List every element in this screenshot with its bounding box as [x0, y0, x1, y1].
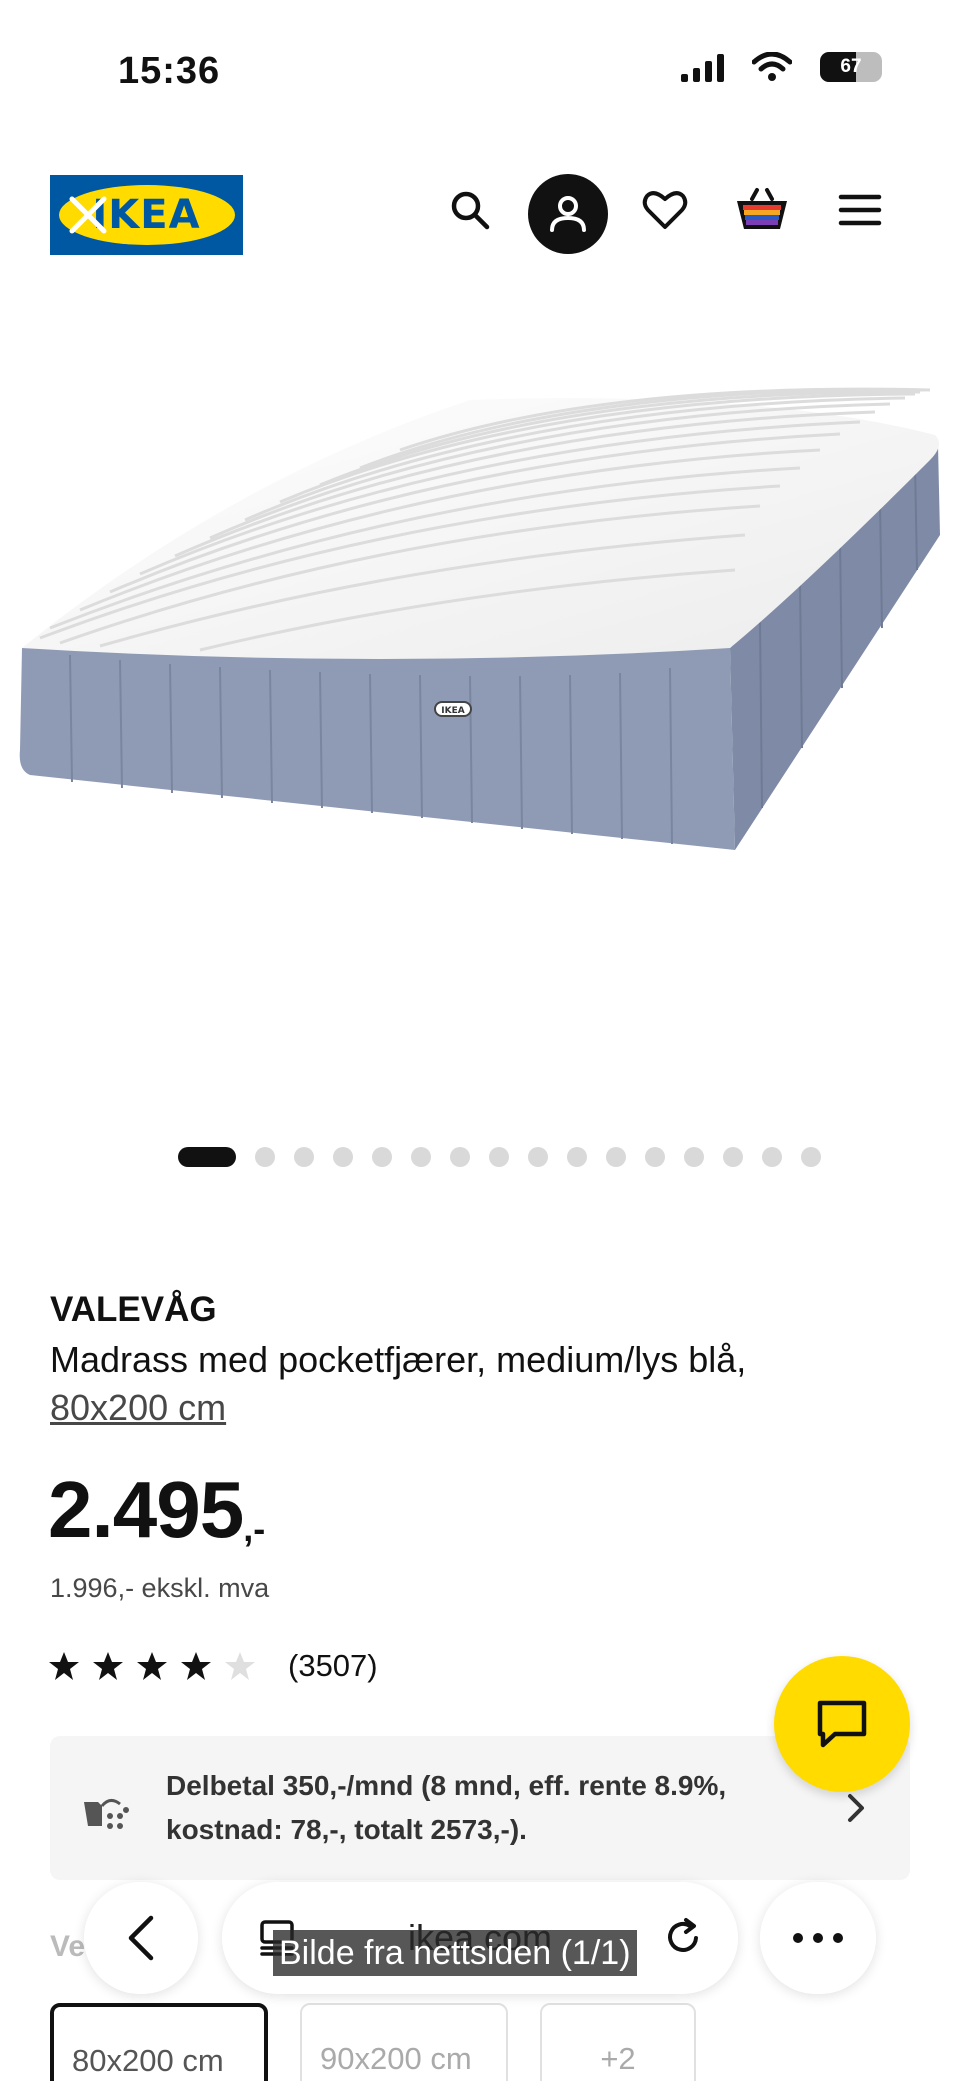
- star-filled-icon: [181, 1652, 211, 1680]
- chat-button[interactable]: [774, 1656, 910, 1792]
- carousel-dot[interactable]: [294, 1147, 314, 1167]
- carousel-dot-active[interactable]: [178, 1147, 236, 1167]
- image-caption: Bilde fra nettsiden (1/1): [273, 1930, 637, 1976]
- size-option-more[interactable]: +2: [540, 2003, 696, 2081]
- product-size-link[interactable]: 80x200 cm: [50, 1387, 226, 1428]
- carousel-dot[interactable]: [528, 1147, 548, 1167]
- menu-button[interactable]: [820, 170, 900, 250]
- price-suffix: ,-: [243, 1508, 266, 1549]
- carousel-dot[interactable]: [333, 1147, 353, 1167]
- svg-text:IKEA: IKEA: [441, 706, 464, 716]
- rating-count[interactable]: (3507): [288, 1648, 378, 1684]
- wifi-icon: [752, 52, 792, 81]
- price-ex-vat: 1.996,- ekskl. mva: [50, 1573, 270, 1603]
- status-time: 15:36: [118, 50, 221, 92]
- size-option-90x200[interactable]: 90x200 cm: [300, 2003, 508, 2081]
- carousel-dot[interactable]: [723, 1147, 743, 1167]
- carousel-dot[interactable]: [372, 1147, 392, 1167]
- product-page: 15:36 67 IKEA IKEA VALEVÅG Madrass med p…: [0, 0, 960, 2081]
- battery-icon: 67: [820, 52, 882, 82]
- search-icon: [451, 191, 490, 230]
- payment-icon: [84, 1799, 129, 1829]
- menu-icon: [838, 194, 882, 226]
- product-image[interactable]: IKEA: [0, 330, 960, 1030]
- product-description-text: Madrass med pocketfjærer, medium/lys blå…: [50, 1339, 747, 1380]
- image-carousel-dots: [178, 1147, 821, 1167]
- battery-level: 67: [840, 56, 862, 77]
- close-icon[interactable]: [66, 193, 110, 237]
- financing-text: Delbetal 350,-/mnd (8 mnd, eff. rente 8.…: [166, 1770, 727, 1845]
- chat-icon: [817, 1700, 867, 1748]
- chevron-left-icon: [128, 1915, 154, 1961]
- star-filled-icon: [93, 1652, 123, 1680]
- ikea-logo[interactable]: IKEA: [50, 175, 243, 255]
- signal-icon: [681, 52, 724, 82]
- carousel-dot[interactable]: [489, 1147, 509, 1167]
- carousel-dot[interactable]: [762, 1147, 782, 1167]
- carousel-dot[interactable]: [606, 1147, 626, 1167]
- more-icon: [793, 1933, 843, 1943]
- carousel-dot[interactable]: [411, 1147, 431, 1167]
- account-button[interactable]: [528, 174, 608, 254]
- star-empty-icon: [225, 1652, 255, 1680]
- account-icon: [550, 196, 586, 232]
- more-options-button[interactable]: [760, 1882, 876, 1994]
- favourites-button[interactable]: [625, 170, 705, 250]
- size-option-80x200[interactable]: 80x200 cm: [50, 2003, 268, 2081]
- carousel-dot[interactable]: [450, 1147, 470, 1167]
- product-description: Madrass med pocketfjærer, medium/lys blå…: [50, 1336, 910, 1432]
- carousel-dot[interactable]: [801, 1147, 821, 1167]
- back-button[interactable]: [84, 1882, 198, 1994]
- price-main: 2.495: [48, 1465, 244, 1554]
- carousel-dot[interactable]: [684, 1147, 704, 1167]
- shopping-bag-button[interactable]: [722, 170, 802, 250]
- product-price: 2.495 ,-: [48, 1470, 265, 1550]
- financing-banner[interactable]: Delbetal 350,-/mnd (8 mnd, eff. rente 8.…: [50, 1736, 910, 1880]
- chevron-right-icon: [848, 1794, 864, 1822]
- star-filled-icon: [49, 1652, 79, 1680]
- status-indicators: 67: [681, 52, 882, 82]
- status-bar: 15:36 67: [0, 0, 960, 120]
- star-filled-icon: [137, 1652, 167, 1680]
- carousel-dot[interactable]: [255, 1147, 275, 1167]
- reload-icon[interactable]: [662, 1916, 704, 1958]
- search-button[interactable]: [430, 170, 510, 250]
- product-name: VALEVÅG: [50, 1290, 217, 1329]
- product-rating[interactable]: (3507): [48, 1648, 378, 1684]
- carousel-dot[interactable]: [645, 1147, 665, 1167]
- site-header: IKEA: [0, 170, 960, 260]
- heart-icon: [642, 191, 688, 229]
- carousel-dot[interactable]: [567, 1147, 587, 1167]
- basket-icon: [737, 188, 787, 229]
